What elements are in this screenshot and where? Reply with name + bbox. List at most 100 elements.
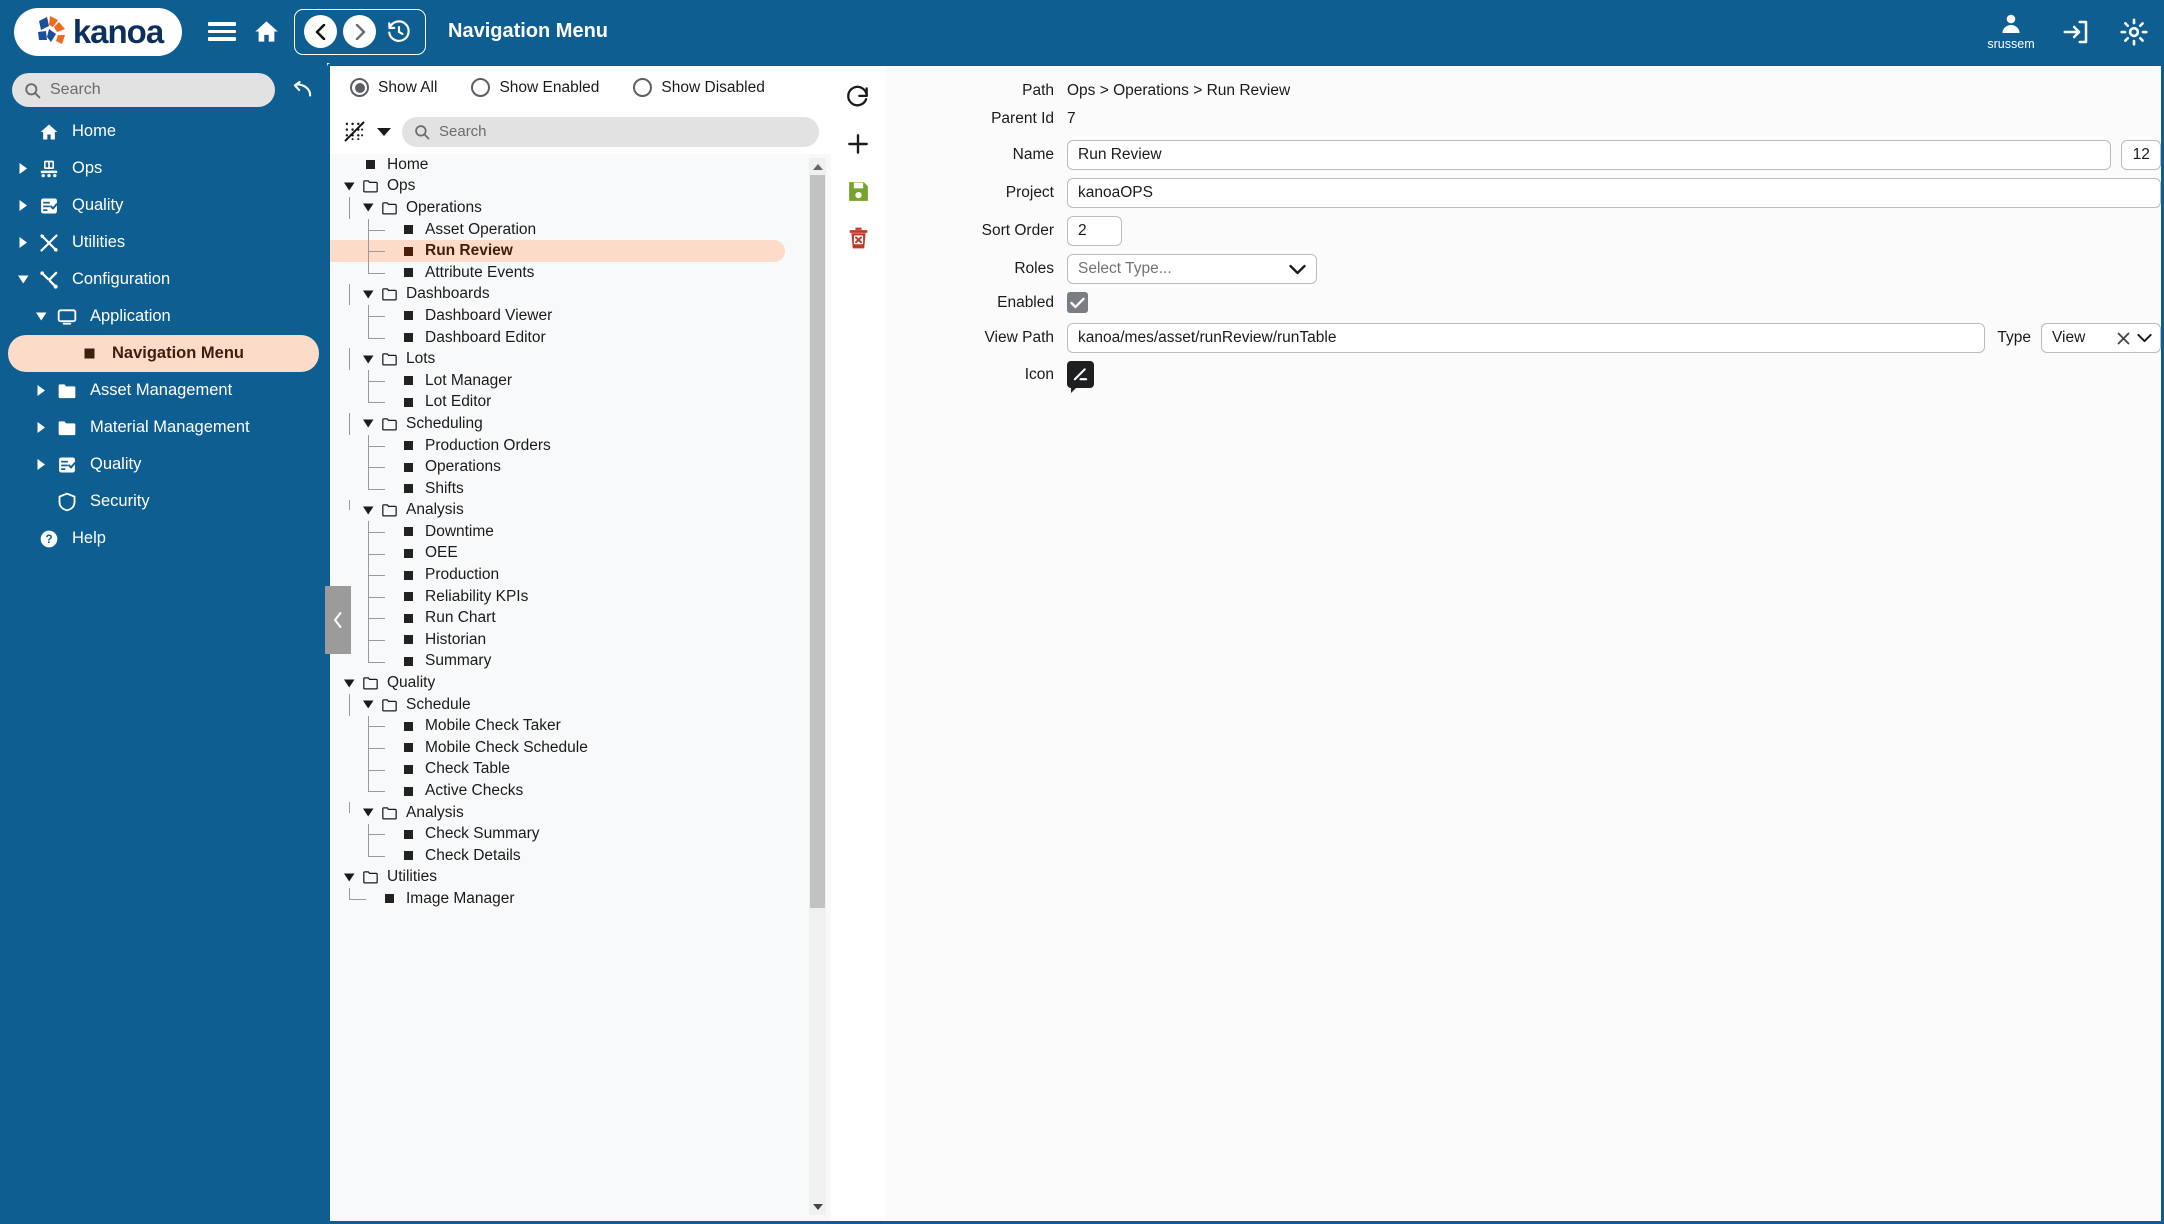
tree-node[interactable]: Check Table xyxy=(330,759,785,781)
chevron-down-icon[interactable] xyxy=(359,807,378,818)
radio-show-disabled[interactable]: Show Disabled xyxy=(633,78,765,97)
chevron-right-icon[interactable] xyxy=(30,458,52,471)
sidebar-item-application[interactable]: Application xyxy=(8,298,319,335)
tree-node[interactable]: Analysis xyxy=(330,500,785,522)
speech-bubble-edit-icon[interactable] xyxy=(1067,361,1094,393)
tree-node[interactable]: Asset Operation xyxy=(330,219,785,241)
name-field[interactable]: Run Review xyxy=(1067,140,2112,170)
tree-node[interactable]: OEE xyxy=(330,543,785,565)
radio-circle[interactable] xyxy=(633,78,653,97)
tree-node[interactable]: Attribute Events xyxy=(330,262,785,284)
enabled-checkbox[interactable] xyxy=(1067,292,1088,313)
chevron-down-icon[interactable] xyxy=(2137,333,2152,343)
roles-select[interactable]: Select Type... xyxy=(1067,254,1317,284)
tree-node[interactable]: Analysis xyxy=(330,802,785,824)
sidebar-item-ops[interactable]: Ops xyxy=(8,150,319,187)
tree-search-input[interactable]: Search xyxy=(402,116,819,147)
sidebar-item-help[interactable]: ? Help xyxy=(8,520,319,557)
tree-node[interactable]: Production xyxy=(330,564,785,586)
sidebar-item-asset-management[interactable]: Asset Management xyxy=(8,372,319,409)
chevron-right-icon[interactable] xyxy=(12,162,34,175)
chevron-down-icon[interactable] xyxy=(30,311,52,322)
chevron-down-icon[interactable] xyxy=(359,289,378,300)
user-account[interactable]: srussem xyxy=(1982,12,2040,51)
chevron-right-icon[interactable] xyxy=(30,421,52,434)
sidebar-item-utilities[interactable]: Utilities xyxy=(8,224,319,261)
tree-node[interactable]: Schedule xyxy=(330,694,785,716)
chevron-down-icon[interactable] xyxy=(359,202,378,213)
tree-node[interactable]: Operations xyxy=(330,456,785,478)
filter-dropdown-chevron-icon[interactable] xyxy=(373,127,395,137)
chevron-down-icon[interactable] xyxy=(359,505,378,516)
radio-circle[interactable] xyxy=(471,78,491,97)
tree-node[interactable]: Utilities xyxy=(330,867,785,889)
trash-delete-icon[interactable] xyxy=(841,221,875,255)
tree-node[interactable]: Reliability KPIs xyxy=(330,586,785,608)
tree-scrollbar[interactable] xyxy=(809,158,826,1215)
back-button[interactable] xyxy=(304,15,337,48)
sidebar-item-quality[interactable]: Quality xyxy=(8,446,319,483)
save-disk-icon[interactable] xyxy=(841,174,875,208)
tree-node[interactable]: Run Chart xyxy=(330,607,785,629)
chevron-right-icon[interactable] xyxy=(12,236,34,249)
project-field[interactable]: kanoaOPS xyxy=(1067,178,2161,208)
close-x-icon[interactable] xyxy=(2117,332,2130,345)
home-icon[interactable] xyxy=(244,10,288,54)
radio-show-enabled[interactable]: Show Enabled xyxy=(471,78,599,97)
plus-icon[interactable] xyxy=(841,127,875,161)
hamburger-icon[interactable] xyxy=(200,10,244,54)
scroll-down-arrow-icon[interactable] xyxy=(812,1198,824,1215)
tree-node[interactable]: Shifts xyxy=(330,478,785,500)
tree-node[interactable]: Ops xyxy=(330,176,785,198)
sort-order-field[interactable]: 2 xyxy=(1067,216,1122,246)
search-input[interactable]: Search xyxy=(12,73,275,107)
radio-show-all[interactable]: Show All xyxy=(350,78,437,97)
tree-node[interactable]: Summary xyxy=(330,651,785,673)
view-path-field[interactable]: kanoa/mes/asset/runReview/runTable xyxy=(1067,323,1986,353)
tree-node[interactable]: Active Checks xyxy=(330,780,785,802)
tree-node[interactable]: Dashboard Editor xyxy=(330,327,785,349)
refresh-icon[interactable] xyxy=(841,80,875,114)
chevron-down-icon[interactable] xyxy=(340,872,359,883)
tree-node[interactable]: Quality xyxy=(330,672,785,694)
scroll-up-arrow-icon[interactable] xyxy=(812,158,824,175)
tree-node[interactable]: Operations xyxy=(330,197,785,219)
tree-node[interactable]: Downtime xyxy=(330,521,785,543)
sidebar-item-quality[interactable]: Quality xyxy=(8,187,319,224)
tree-node[interactable]: Image Manager xyxy=(330,888,785,910)
tree-node[interactable]: Lots xyxy=(330,348,785,370)
tree-node[interactable]: Dashboard Viewer xyxy=(330,305,785,327)
tree-node[interactable]: Check Summary xyxy=(330,823,785,845)
sidebar-item-navigation-menu[interactable]: Navigation Menu xyxy=(8,335,319,372)
chevron-down-icon[interactable] xyxy=(340,181,359,192)
collapse-all-icon[interactable] xyxy=(342,121,366,142)
chevron-down-icon[interactable] xyxy=(359,354,378,365)
radio-circle[interactable] xyxy=(350,78,369,97)
chevron-right-icon[interactable] xyxy=(30,384,52,397)
sidebar-item-material-management[interactable]: Material Management xyxy=(8,409,319,446)
tree-node[interactable]: Home xyxy=(330,154,785,176)
tree-node[interactable]: Lot Manager xyxy=(330,370,785,392)
type-select[interactable]: View xyxy=(2041,323,2161,353)
panel-collapse-handle[interactable] xyxy=(325,586,351,654)
tree-node[interactable]: Lot Editor xyxy=(330,392,785,414)
tree-node[interactable]: Dashboards xyxy=(330,284,785,306)
tree-node[interactable]: Scheduling xyxy=(330,413,785,435)
sidebar-item-security[interactable]: Security xyxy=(8,483,319,520)
tree-node[interactable]: Mobile Check Schedule xyxy=(330,737,785,759)
chevron-down-icon[interactable] xyxy=(340,678,359,689)
chevron-right-icon[interactable] xyxy=(12,199,34,212)
forward-button[interactable] xyxy=(343,15,376,48)
history-clock-icon[interactable] xyxy=(382,15,416,49)
sidebar-item-home[interactable]: Home xyxy=(8,113,319,150)
tree-node[interactable]: Run Review xyxy=(330,240,785,262)
record-id-field[interactable]: 12 xyxy=(2121,140,2161,170)
tree-node[interactable]: Check Details xyxy=(330,845,785,867)
undo-arrow-icon[interactable] xyxy=(285,81,315,99)
logout-icon[interactable] xyxy=(2054,10,2098,54)
gear-icon[interactable] xyxy=(2112,10,2156,54)
tree-node[interactable]: Historian xyxy=(330,629,785,651)
chevron-down-icon[interactable] xyxy=(359,699,378,710)
tree-node[interactable]: Production Orders xyxy=(330,435,785,457)
scrollbar-thumb[interactable] xyxy=(810,175,825,908)
